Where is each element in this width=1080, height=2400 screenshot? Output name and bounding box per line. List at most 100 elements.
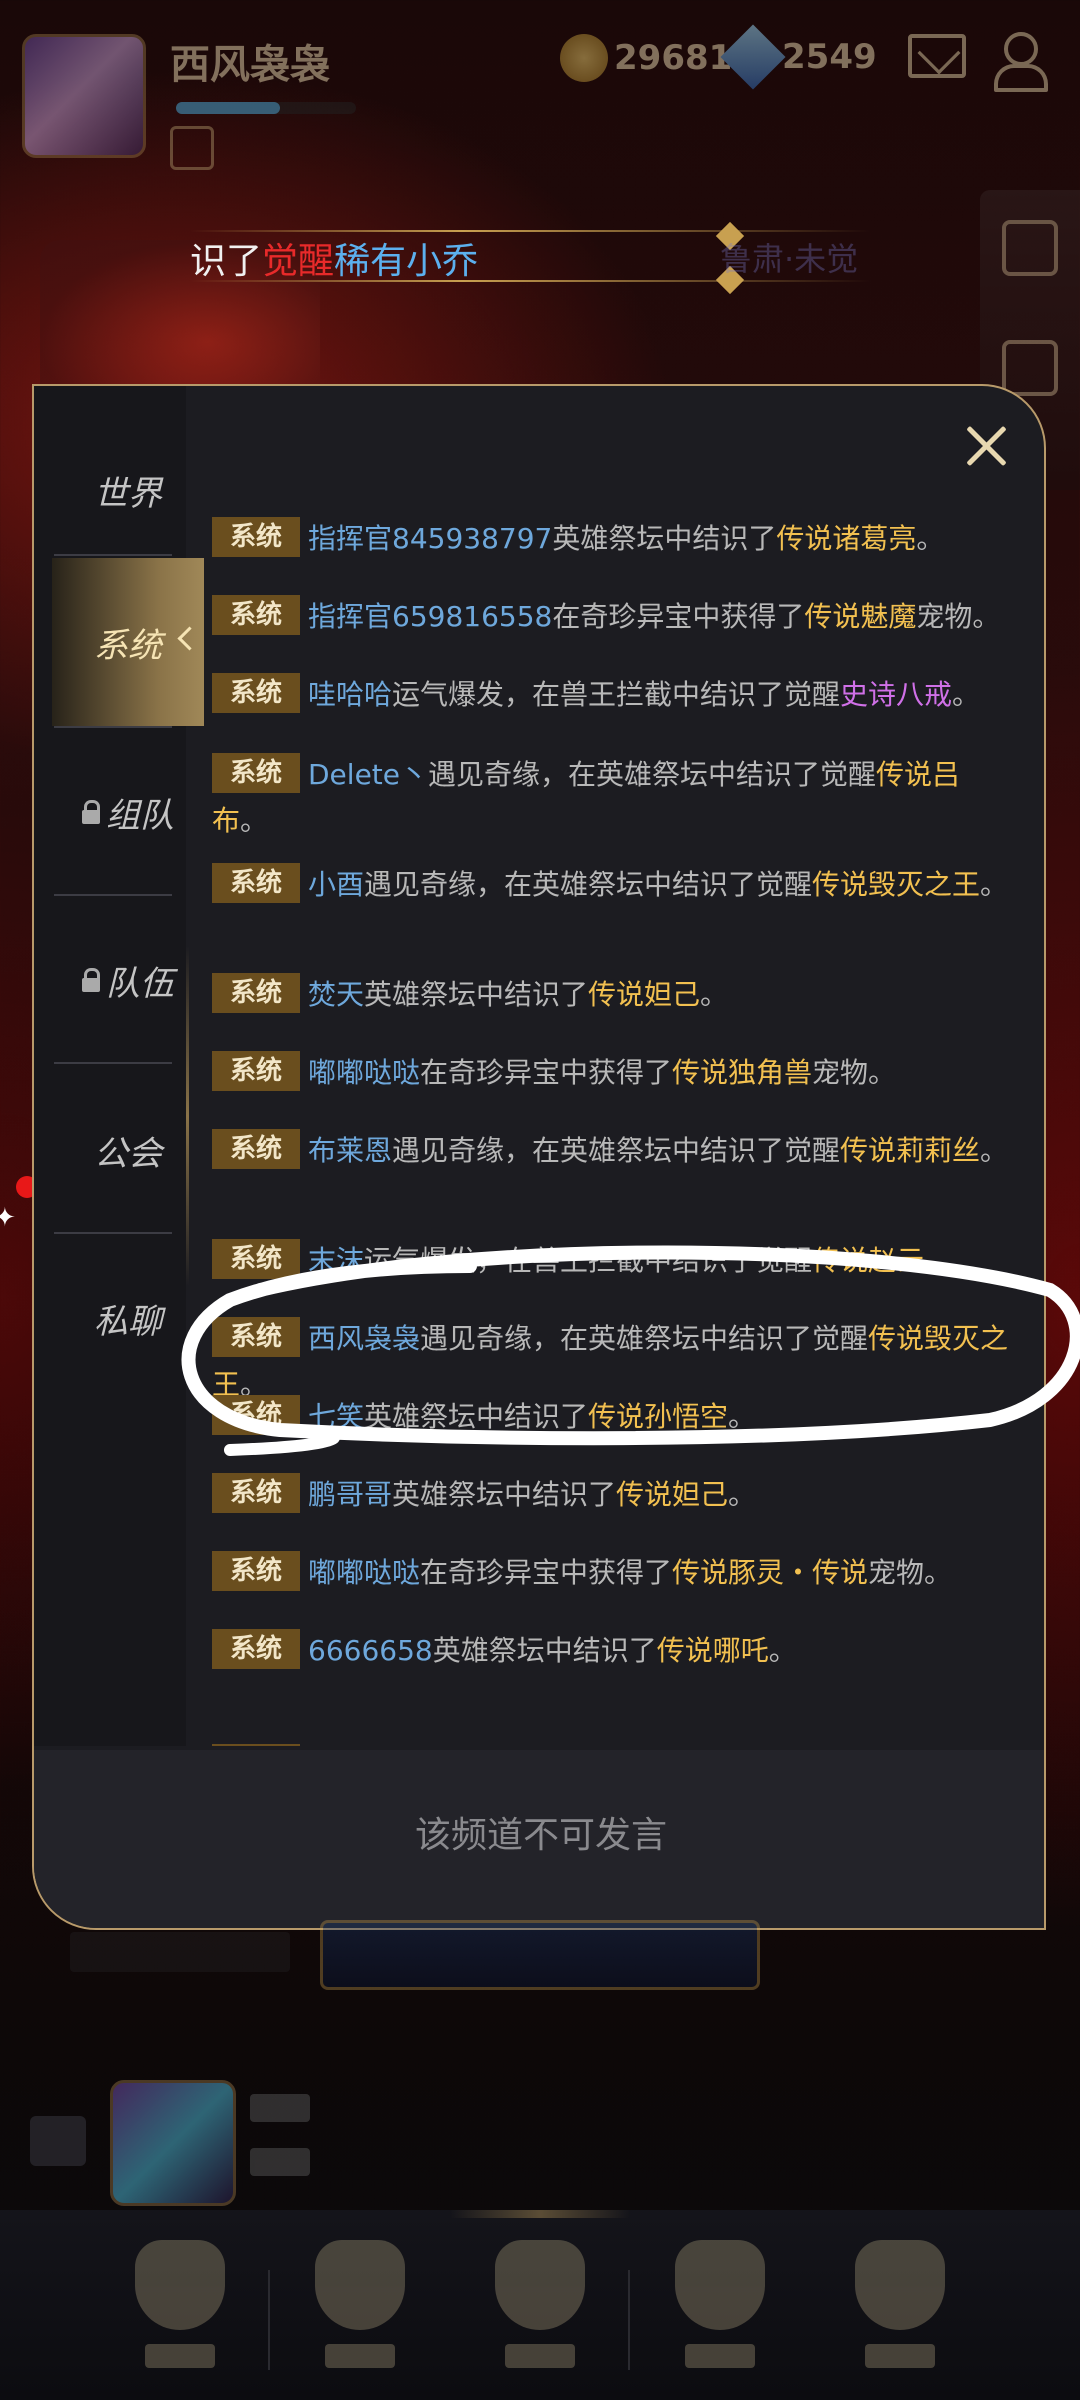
tab-label: 公会 <box>94 1133 162 1174</box>
player-name-link[interactable]: 小酉 <box>308 868 364 901</box>
ticker-segment: 识了 <box>190 241 263 282</box>
system-message-list[interactable]: 系统 指挥官845938797英雄祭坛中结识了传说诸葛亮。 系统 指挥官6598165… <box>212 516 1044 1746</box>
reward-name[interactable]: 传说豚灵・传说 <box>672 1556 868 1589</box>
reward-name[interactable]: 传说妲己 <box>616 1478 728 1511</box>
message-text: 遇见奇缘，在英雄祭坛中结识了觉醒 <box>364 868 813 901</box>
nav-paw-icon[interactable] <box>105 2240 255 2390</box>
tab-world[interactable]: 世界 <box>52 406 204 574</box>
profile-icon[interactable] <box>990 30 1048 92</box>
player-name: 西风袅袅 <box>170 42 330 88</box>
player-name-link[interactable]: 嘟嘟哒哒 <box>308 1056 420 1089</box>
player-name-link[interactable]: 6666658 <box>308 1634 433 1667</box>
reward-name[interactable]: 传说莉莉丝 <box>840 1134 980 1167</box>
hero-name-plate <box>70 1932 290 1972</box>
lock-icon <box>82 800 100 824</box>
message-tail: 。 <box>728 1400 757 1433</box>
message-text: 在奇珍异宝中获得了 <box>420 1556 673 1589</box>
tab-system[interactable]: 系统 <box>52 558 204 726</box>
tab-team-up[interactable]: 组队 <box>52 728 204 896</box>
reward-name[interactable]: 传说独角兽 <box>672 1056 812 1089</box>
reward-name[interactable]: 史诗八戒 <box>840 678 952 711</box>
player-name-link[interactable]: 嘟嘟哒哒 <box>308 1556 420 1589</box>
system-badge: 系统 <box>212 753 300 793</box>
player-avatar[interactable] <box>22 34 146 158</box>
player-name-link[interactable]: 指挥官659816558 <box>308 600 552 633</box>
chat-bubble-icon[interactable] <box>30 2116 86 2166</box>
system-badge: 系统 <box>212 1129 300 1169</box>
rank-badge-icon[interactable] <box>170 126 214 170</box>
tab-divider <box>54 1062 172 1064</box>
tab-guild[interactable]: 公会 <box>52 1066 204 1234</box>
system-badge: 系统 <box>212 863 300 903</box>
system-message: 系统 布莱恩遇见奇缘，在英雄祭坛中结识了觉醒传说莉莉丝。 <box>212 1128 1012 1174</box>
reward-name[interactable]: 传说哪吒 <box>657 1634 769 1667</box>
system-message: 系统 指挥官659816558在奇珍异宝中获得了传说魅魔宠物。 <box>212 594 1012 640</box>
system-badge: 系统 <box>212 1395 300 1435</box>
reward-name[interactable]: 传说孙悟空 <box>588 1400 728 1433</box>
sidebar-accent-rail <box>186 946 189 1286</box>
message-text: 英雄祭坛中结识了 <box>392 1478 617 1511</box>
player-name-link[interactable]: Delete丶 <box>308 758 428 791</box>
system-message: 系统 指挥官845938797英雄祭坛中结识了传说诸葛亮。 <box>212 516 1012 562</box>
message-tail: 宠物。 <box>868 1556 953 1589</box>
message-tail: 。 <box>768 1634 797 1667</box>
friend-row <box>30 2080 430 2206</box>
reward-name[interactable]: 传说魅魔 <box>804 600 916 633</box>
reward-name[interactable]: 传说赵云 <box>812 1244 924 1277</box>
nav-active-highlight <box>450 2210 630 2218</box>
ticker-faded-text: 鲁肃·未觉 <box>720 240 859 278</box>
message-text: 英雄祭坛中结识了 <box>552 522 777 555</box>
nav-battle-icon[interactable] <box>465 2240 615 2390</box>
message-tail: 。 <box>916 522 945 555</box>
player-name-link[interactable]: 鹏哥哥 <box>308 1478 392 1511</box>
announcement-ticker: 识了觉醒稀有小乔 鲁肃·未觉 <box>190 221 870 295</box>
tab-divider <box>54 554 172 556</box>
nav-guild-icon[interactable] <box>645 2240 795 2390</box>
sparkle-icon: ✦ <box>0 1203 16 1233</box>
system-message: 系统 鹏哥哥英雄祭坛中结识了传说妲己。 <box>212 1472 1012 1518</box>
system-message: 系统 嘟嘟哒哒在奇珍异宝中获得了传说独角兽宠物。 <box>212 1050 1012 1096</box>
player-name-link[interactable]: 哇哈哈 <box>308 678 392 711</box>
message-text: 遇见奇缘，在英雄祭坛中结识了觉醒 <box>428 758 877 791</box>
message-text: 遇见奇缘，在英雄祭坛中结识了觉醒 <box>392 1134 841 1167</box>
tab-label: 系统 <box>94 625 162 666</box>
reward-name[interactable]: 传说诸葛亮 <box>776 522 916 555</box>
gold-currency[interactable]: 29681 <box>560 34 732 82</box>
player-name-link[interactable]: 末沫 <box>308 1244 364 1277</box>
system-message: 系统 嘟嘟哒哒在奇珍异宝中获得了传说豚灵・传说宠物。 <box>212 1550 1012 1596</box>
tab-label: 私聊 <box>94 1301 162 1342</box>
player-name-link[interactable]: 西风袅袅 <box>308 1322 420 1355</box>
gem-currency[interactable]: 2549 <box>720 24 877 90</box>
close-icon[interactable] <box>964 424 1008 468</box>
player-name-link[interactable]: 焚天 <box>308 978 364 1011</box>
player-name-link[interactable]: 指挥官845938797 <box>308 522 552 555</box>
message-tail: 。 <box>924 1244 953 1277</box>
nav-hero-icon[interactable] <box>285 2240 435 2390</box>
system-badge: 系统 <box>212 1473 300 1513</box>
tab-label: 队伍 <box>106 963 174 1004</box>
reward-name[interactable]: 传说毁灭之王 <box>812 868 980 901</box>
message-text: 在奇珍异宝中获得了 <box>420 1056 673 1089</box>
system-badge: 系统 <box>212 595 300 635</box>
mail-icon[interactable] <box>908 34 966 78</box>
tab-party[interactable]: 队伍 <box>52 896 204 1064</box>
reward-name[interactable]: 传说妲己 <box>588 978 700 1011</box>
player-name-link[interactable]: 七笑 <box>308 1400 364 1433</box>
player-name-link[interactable]: 布莱恩 <box>308 1134 392 1167</box>
side-menu-icon[interactable] <box>1002 220 1058 276</box>
friend-avatar[interactable] <box>110 2080 236 2206</box>
system-message: 系统 Delete丶遇见奇缘，在英雄祭坛中结识了觉醒传说吕布。 <box>212 752 1012 844</box>
message-text: 英雄祭坛中结识了 <box>364 978 589 1011</box>
side-menu-icon[interactable] <box>1002 340 1058 396</box>
tab-label: 世界 <box>94 473 162 514</box>
nav-shop-icon[interactable] <box>825 2240 975 2390</box>
gold-amount: 29681 <box>614 38 733 78</box>
system-message: 系统 焚天英雄祭坛中结识了传说妲己。 <box>212 972 1012 1018</box>
tab-private-chat[interactable]: 私聊 <box>52 1234 204 1402</box>
system-message: 系统 七笑英雄祭坛中结识了传说孙悟空。 <box>212 1394 1012 1440</box>
system-badge: 系统 <box>212 1551 300 1591</box>
friend-info <box>250 2148 310 2176</box>
system-message: 系统 小酉遇见奇缘，在英雄祭坛中结识了觉醒传说毁灭之王。 <box>212 862 1012 908</box>
system-message: 系统 哇哈哈运气爆发，在兽王拦截中结识了觉醒史诗八戒。 <box>212 672 1012 718</box>
message-tail: 。 <box>980 868 1009 901</box>
